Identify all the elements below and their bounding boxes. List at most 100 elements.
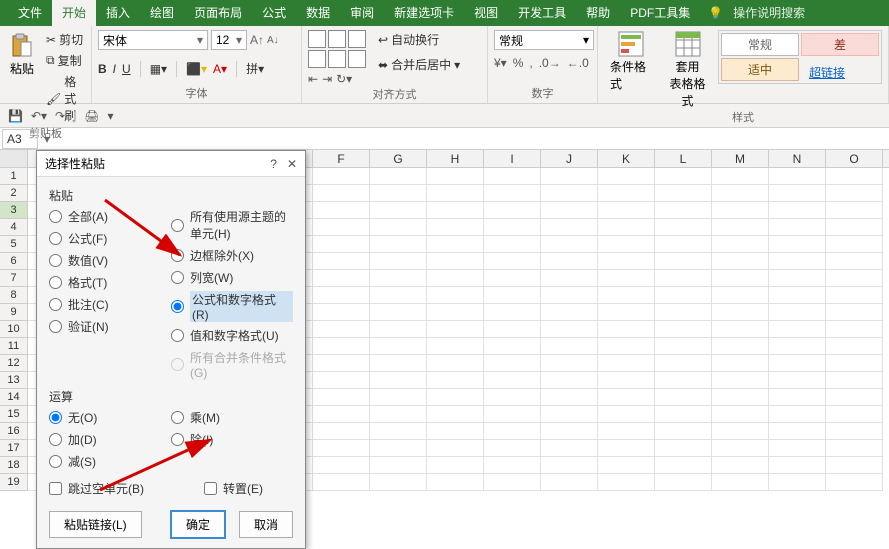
cell[interactable] bbox=[712, 270, 769, 287]
cell[interactable] bbox=[313, 236, 370, 253]
align-grid[interactable] bbox=[308, 30, 366, 68]
style-normal[interactable]: 常规 bbox=[721, 33, 799, 56]
cell[interactable] bbox=[313, 270, 370, 287]
cell[interactable] bbox=[313, 338, 370, 355]
cell[interactable] bbox=[370, 474, 427, 491]
orientation-icon[interactable]: ↻▾ bbox=[336, 72, 352, 86]
row-header[interactable]: 8 bbox=[0, 287, 28, 304]
row-header[interactable]: 14 bbox=[0, 389, 28, 406]
tab-pagelayout[interactable]: 页面布局 bbox=[184, 0, 252, 26]
row-header[interactable]: 2 bbox=[0, 185, 28, 202]
radio-op-add[interactable]: 加(D) bbox=[49, 431, 171, 448]
cell[interactable] bbox=[712, 236, 769, 253]
cell[interactable] bbox=[370, 202, 427, 219]
cell[interactable] bbox=[370, 423, 427, 440]
cell[interactable] bbox=[598, 321, 655, 338]
cell[interactable] bbox=[826, 440, 883, 457]
cell-styles-gallery[interactable]: 常规 差 适中 超链接 bbox=[718, 30, 882, 84]
cell[interactable] bbox=[484, 253, 541, 270]
cell[interactable] bbox=[541, 185, 598, 202]
merge-center-button[interactable]: ⬌合并后居中 ▾ bbox=[378, 55, 460, 74]
cell[interactable] bbox=[769, 406, 826, 423]
italic-button[interactable]: I bbox=[113, 62, 116, 76]
cell[interactable] bbox=[769, 202, 826, 219]
cell[interactable] bbox=[484, 202, 541, 219]
cell[interactable] bbox=[313, 304, 370, 321]
cell[interactable] bbox=[769, 219, 826, 236]
cell[interactable] bbox=[313, 440, 370, 457]
cell[interactable] bbox=[313, 457, 370, 474]
row-header[interactable]: 9 bbox=[0, 304, 28, 321]
tab-insert[interactable]: 插入 bbox=[96, 0, 140, 26]
tab-home[interactable]: 开始 bbox=[52, 0, 96, 26]
col-header[interactable]: L bbox=[655, 150, 712, 167]
format-painter-button[interactable]: 🖌格式刷 bbox=[46, 72, 85, 125]
cell[interactable] bbox=[484, 287, 541, 304]
font-name-combo[interactable]: 宋体▾ bbox=[98, 30, 208, 50]
cell[interactable] bbox=[712, 423, 769, 440]
cell[interactable] bbox=[826, 338, 883, 355]
cell[interactable] bbox=[427, 202, 484, 219]
row-header[interactable]: 18 bbox=[0, 457, 28, 474]
radio-op-none[interactable]: 无(O) bbox=[49, 409, 171, 426]
close-icon[interactable]: ✕ bbox=[287, 157, 297, 171]
cell[interactable] bbox=[655, 457, 712, 474]
cell[interactable] bbox=[484, 423, 541, 440]
cell[interactable] bbox=[370, 406, 427, 423]
name-box-dropdown[interactable]: ▾ bbox=[40, 132, 54, 146]
cell[interactable] bbox=[484, 440, 541, 457]
tab-help[interactable]: 帮助 bbox=[576, 0, 620, 26]
cell[interactable] bbox=[313, 474, 370, 491]
cell[interactable] bbox=[598, 253, 655, 270]
increase-decimal-icon[interactable]: .0→ bbox=[539, 56, 561, 70]
file-tab[interactable]: 文件 bbox=[8, 0, 52, 26]
cell[interactable] bbox=[427, 338, 484, 355]
cell[interactable] bbox=[712, 474, 769, 491]
cell[interactable] bbox=[769, 440, 826, 457]
bold-button[interactable]: B bbox=[98, 62, 107, 76]
cell[interactable] bbox=[427, 440, 484, 457]
cancel-button[interactable]: 取消 bbox=[239, 511, 293, 538]
radio-comments[interactable]: 批注(C) bbox=[49, 296, 171, 313]
cell[interactable] bbox=[712, 287, 769, 304]
help-icon[interactable]: ? bbox=[270, 157, 277, 171]
cell[interactable] bbox=[826, 355, 883, 372]
cell[interactable] bbox=[370, 287, 427, 304]
wrap-text-button[interactable]: ↩自动换行 bbox=[378, 30, 460, 49]
cell[interactable] bbox=[712, 219, 769, 236]
cell[interactable] bbox=[598, 406, 655, 423]
cell[interactable] bbox=[826, 168, 883, 185]
row-header[interactable]: 5 bbox=[0, 236, 28, 253]
cell[interactable] bbox=[826, 423, 883, 440]
radio-border[interactable]: 边框除外(X) bbox=[171, 247, 293, 264]
cell[interactable] bbox=[655, 355, 712, 372]
cell[interactable] bbox=[541, 406, 598, 423]
cell[interactable] bbox=[769, 474, 826, 491]
cell[interactable] bbox=[826, 219, 883, 236]
cell[interactable] bbox=[826, 287, 883, 304]
paste-link-button[interactable]: 粘贴链接(L) bbox=[49, 511, 142, 538]
cell[interactable] bbox=[370, 372, 427, 389]
cell[interactable] bbox=[541, 202, 598, 219]
col-header[interactable]: N bbox=[769, 150, 826, 167]
tab-custom[interactable]: 新建选项卡 bbox=[384, 0, 464, 26]
cell[interactable] bbox=[712, 338, 769, 355]
cell[interactable] bbox=[769, 389, 826, 406]
cell[interactable] bbox=[598, 474, 655, 491]
percent-icon[interactable]: % bbox=[513, 56, 524, 70]
print-preview-icon[interactable]: 🖨 bbox=[84, 109, 99, 123]
cell[interactable] bbox=[484, 168, 541, 185]
cell[interactable] bbox=[541, 253, 598, 270]
cell[interactable] bbox=[712, 168, 769, 185]
ok-button[interactable]: 确定 bbox=[171, 511, 225, 538]
checkbox-skip-blanks[interactable]: 跳过空单元(B) bbox=[49, 480, 144, 497]
cell[interactable] bbox=[484, 304, 541, 321]
cell[interactable] bbox=[655, 253, 712, 270]
cell[interactable] bbox=[598, 168, 655, 185]
row-header[interactable]: 4 bbox=[0, 219, 28, 236]
currency-icon[interactable]: ¥▾ bbox=[494, 56, 507, 70]
col-header[interactable]: I bbox=[484, 150, 541, 167]
cell[interactable] bbox=[826, 270, 883, 287]
col-header[interactable]: O bbox=[826, 150, 883, 167]
radio-op-mul[interactable]: 乘(M) bbox=[171, 409, 293, 426]
